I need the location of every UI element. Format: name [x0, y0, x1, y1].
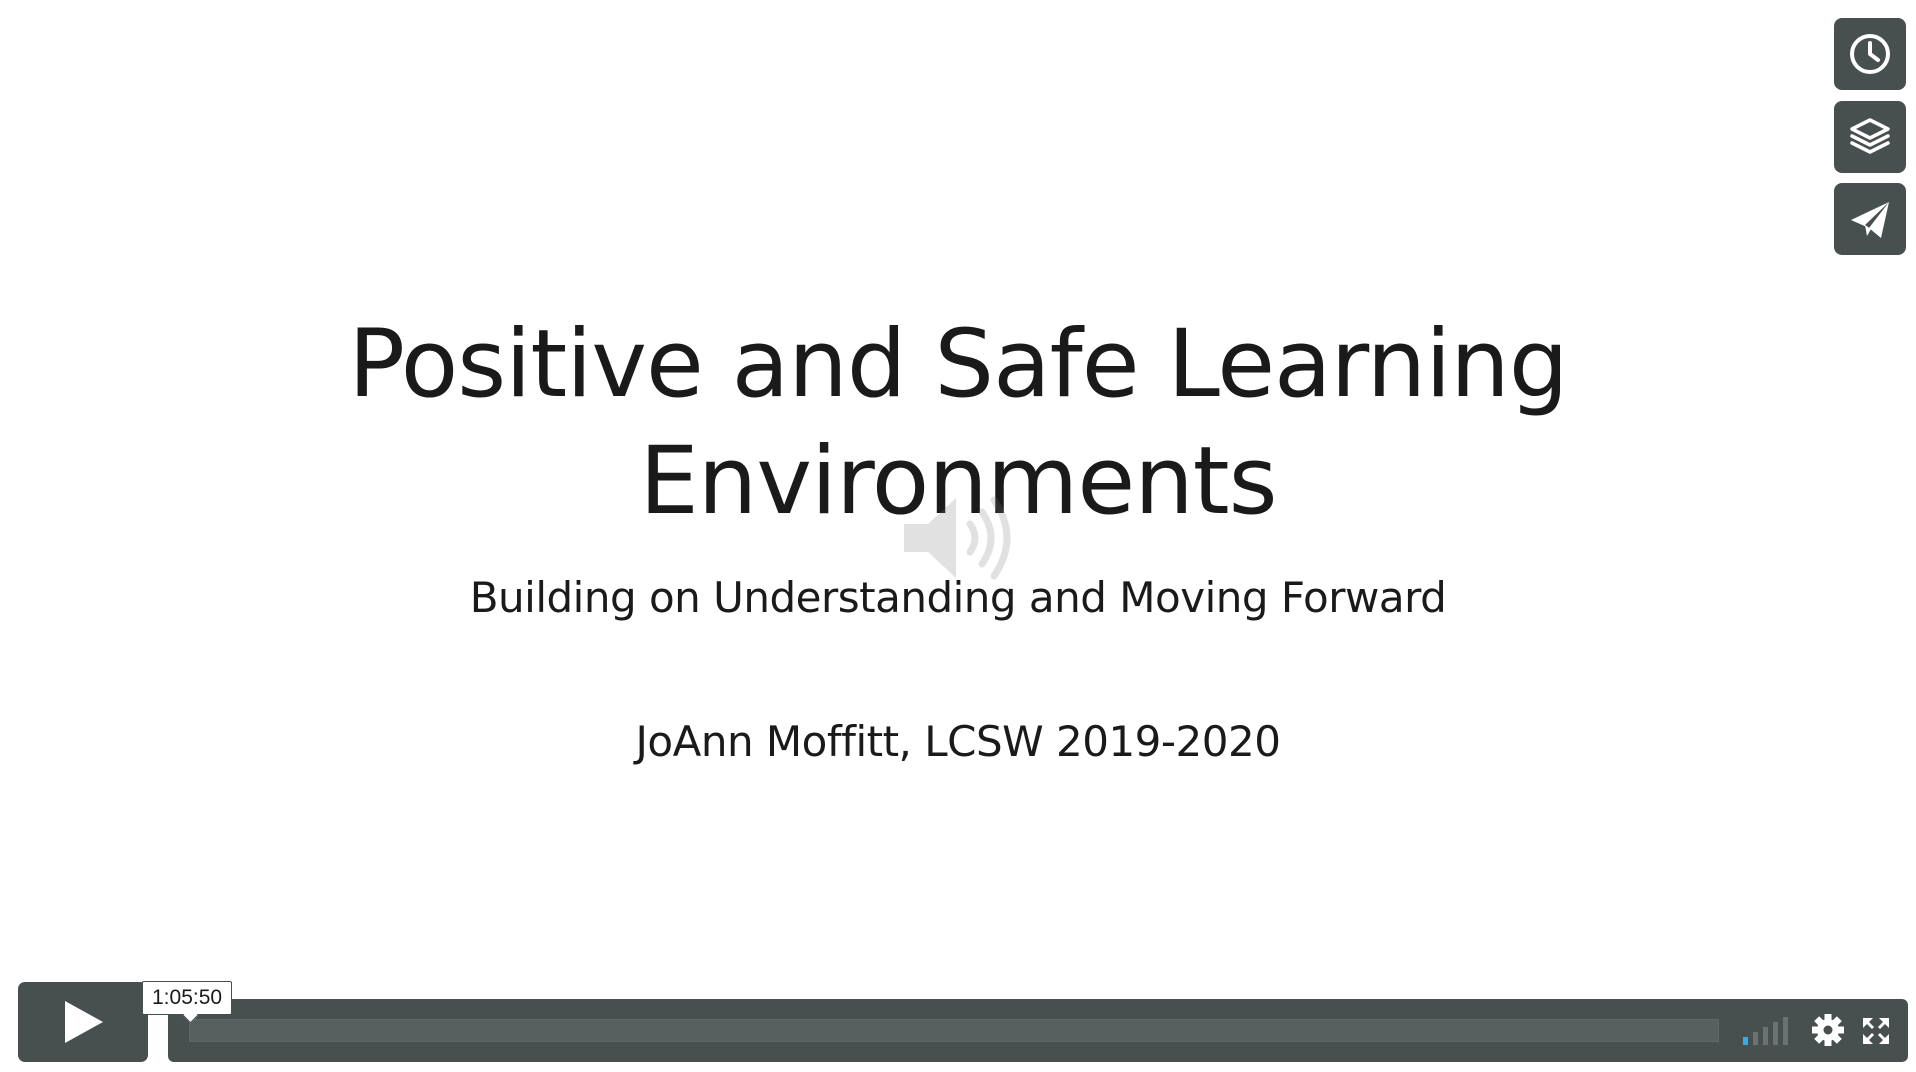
volume-bar [1743, 1037, 1748, 1045]
slide-subtitle: Building on Understanding and Moving For… [469, 573, 1447, 622]
add-to-collections-button[interactable] [1834, 101, 1906, 173]
share-button[interactable] [1834, 183, 1906, 255]
fullscreen-icon[interactable] [1861, 1016, 1891, 1046]
clock-icon [1850, 34, 1890, 74]
volume-bar [1773, 1022, 1778, 1045]
control-bar [168, 999, 1908, 1062]
gear-icon[interactable] [1811, 1013, 1845, 1047]
slide-author: JoAnn Moffitt, LCSW 2019-2020 [635, 717, 1281, 766]
paper-plane-icon [1851, 202, 1889, 238]
slide-title-line-1: Positive and Safe Learning [348, 310, 1568, 419]
volume-bar [1783, 1017, 1788, 1045]
progress-bar[interactable] [189, 1019, 1719, 1042]
layers-icon [1850, 118, 1890, 154]
watch-later-button[interactable] [1834, 18, 1906, 90]
volume-control[interactable] [1743, 1017, 1793, 1045]
time-tooltip: 1:05:50 [142, 981, 233, 1015]
play-icon [65, 1001, 103, 1043]
volume-bar [1763, 1027, 1768, 1045]
volume-bar [1753, 1032, 1758, 1045]
play-button[interactable] [18, 982, 148, 1062]
video-player[interactable]: Positive and Safe Learning Environments … [0, 0, 1916, 1072]
